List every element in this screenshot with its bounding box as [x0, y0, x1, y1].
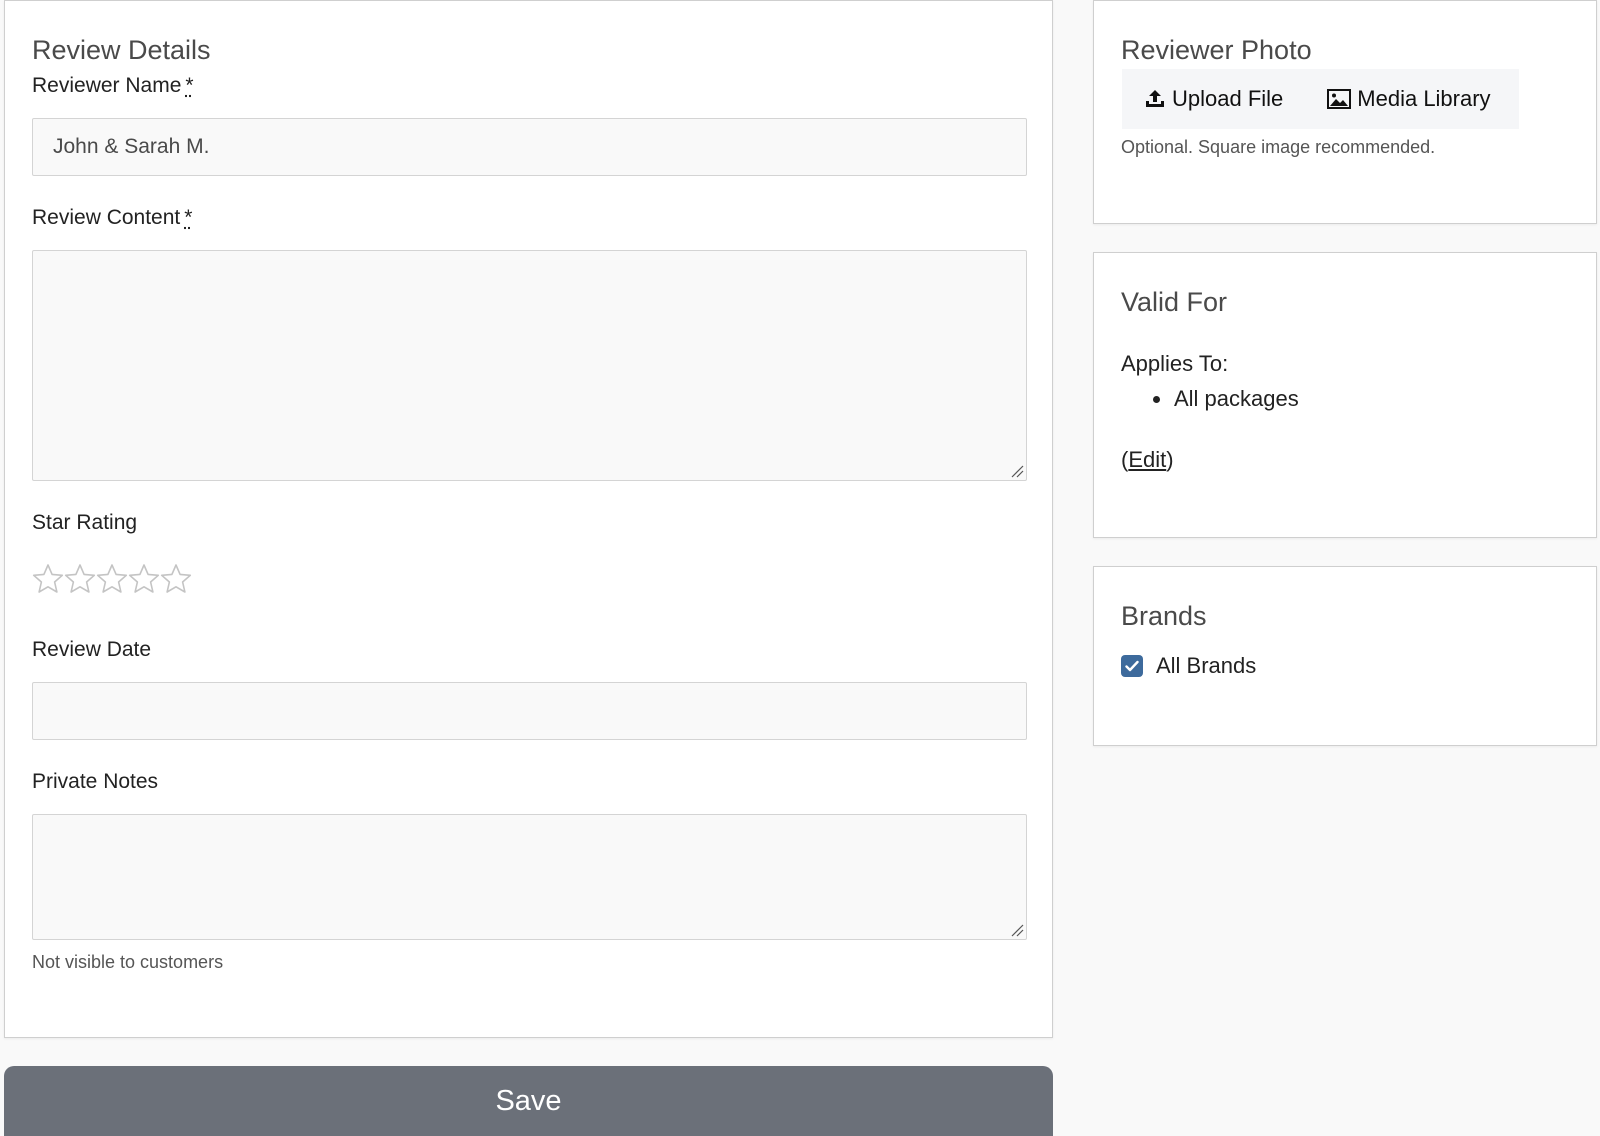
valid-for-panel: Valid For Applies To: All packages (Edit…	[1093, 252, 1597, 538]
all-brands-label: All Brands	[1156, 653, 1257, 678]
review-content-label: Review Content *	[32, 206, 192, 230]
review-content-label-text: Review Content	[32, 206, 181, 229]
upload-file-label: Upload File	[1172, 86, 1284, 111]
media-library-label: Media Library	[1357, 86, 1491, 111]
private-notes-label: Private Notes	[32, 770, 159, 793]
valid-for-title: Valid For	[1121, 287, 1228, 317]
reviewer-name-label-text: Reviewer Name	[32, 74, 182, 97]
edit-paren-close: )	[1166, 447, 1174, 472]
reviewer-name-label: Reviewer Name *	[32, 74, 194, 98]
bullet-icon	[1153, 395, 1160, 403]
brands-title: Brands	[1121, 601, 1207, 631]
required-marker: *	[184, 206, 193, 229]
applies-to-label: Applies To:	[1121, 351, 1229, 376]
media-library-button[interactable]: Media Library	[1305, 69, 1512, 129]
brands-panel: Brands All Brands	[1093, 566, 1597, 746]
reviewer-photo-panel: Reviewer Photo Upload File Media Library…	[1093, 0, 1597, 224]
star-icon[interactable]	[96, 563, 128, 595]
reviewer-photo-help: Optional. Square image recommended.	[1121, 137, 1436, 157]
image-icon	[1327, 89, 1352, 109]
review-content-textarea[interactable]	[32, 250, 1027, 481]
all-brands-checkbox[interactable]	[1121, 655, 1143, 677]
star-icon[interactable]	[160, 563, 192, 595]
star-rating-label: Star Rating	[32, 511, 138, 534]
star-icon[interactable]	[128, 563, 160, 595]
edit-link[interactable]: Edit	[1128, 447, 1166, 472]
private-notes-textarea[interactable]	[32, 814, 1027, 940]
private-notes-help: Not visible to customers	[32, 952, 224, 972]
review-date-label: Review Date	[32, 638, 152, 661]
reviewer-photo-title: Reviewer Photo	[1121, 35, 1312, 65]
review-details-title: Review Details	[32, 35, 211, 65]
review-details-panel: Review Details Reviewer Name* Review Con…	[4, 0, 1053, 1038]
all-brands-row[interactable]: All Brands	[1121, 653, 1256, 679]
list-item-label: All packages	[1174, 386, 1299, 411]
edit-link-wrapper: (Edit)	[1121, 447, 1174, 473]
reviewer-name-input[interactable]	[32, 118, 1027, 176]
review-date-input[interactable]	[32, 682, 1027, 740]
applies-to-list: All packages	[1153, 386, 1299, 412]
star-rating-input[interactable]	[32, 563, 192, 595]
star-icon[interactable]	[64, 563, 96, 595]
save-button[interactable]: Save	[4, 1066, 1053, 1136]
list-item: All packages	[1153, 386, 1299, 412]
required-marker: *	[185, 74, 194, 97]
upload-file-button[interactable]: Upload File	[1122, 69, 1305, 129]
star-icon[interactable]	[32, 563, 64, 595]
upload-toolbar: Upload File Media Library	[1122, 69, 1519, 129]
upload-icon	[1146, 90, 1164, 107]
checkmark-icon	[1125, 660, 1139, 672]
